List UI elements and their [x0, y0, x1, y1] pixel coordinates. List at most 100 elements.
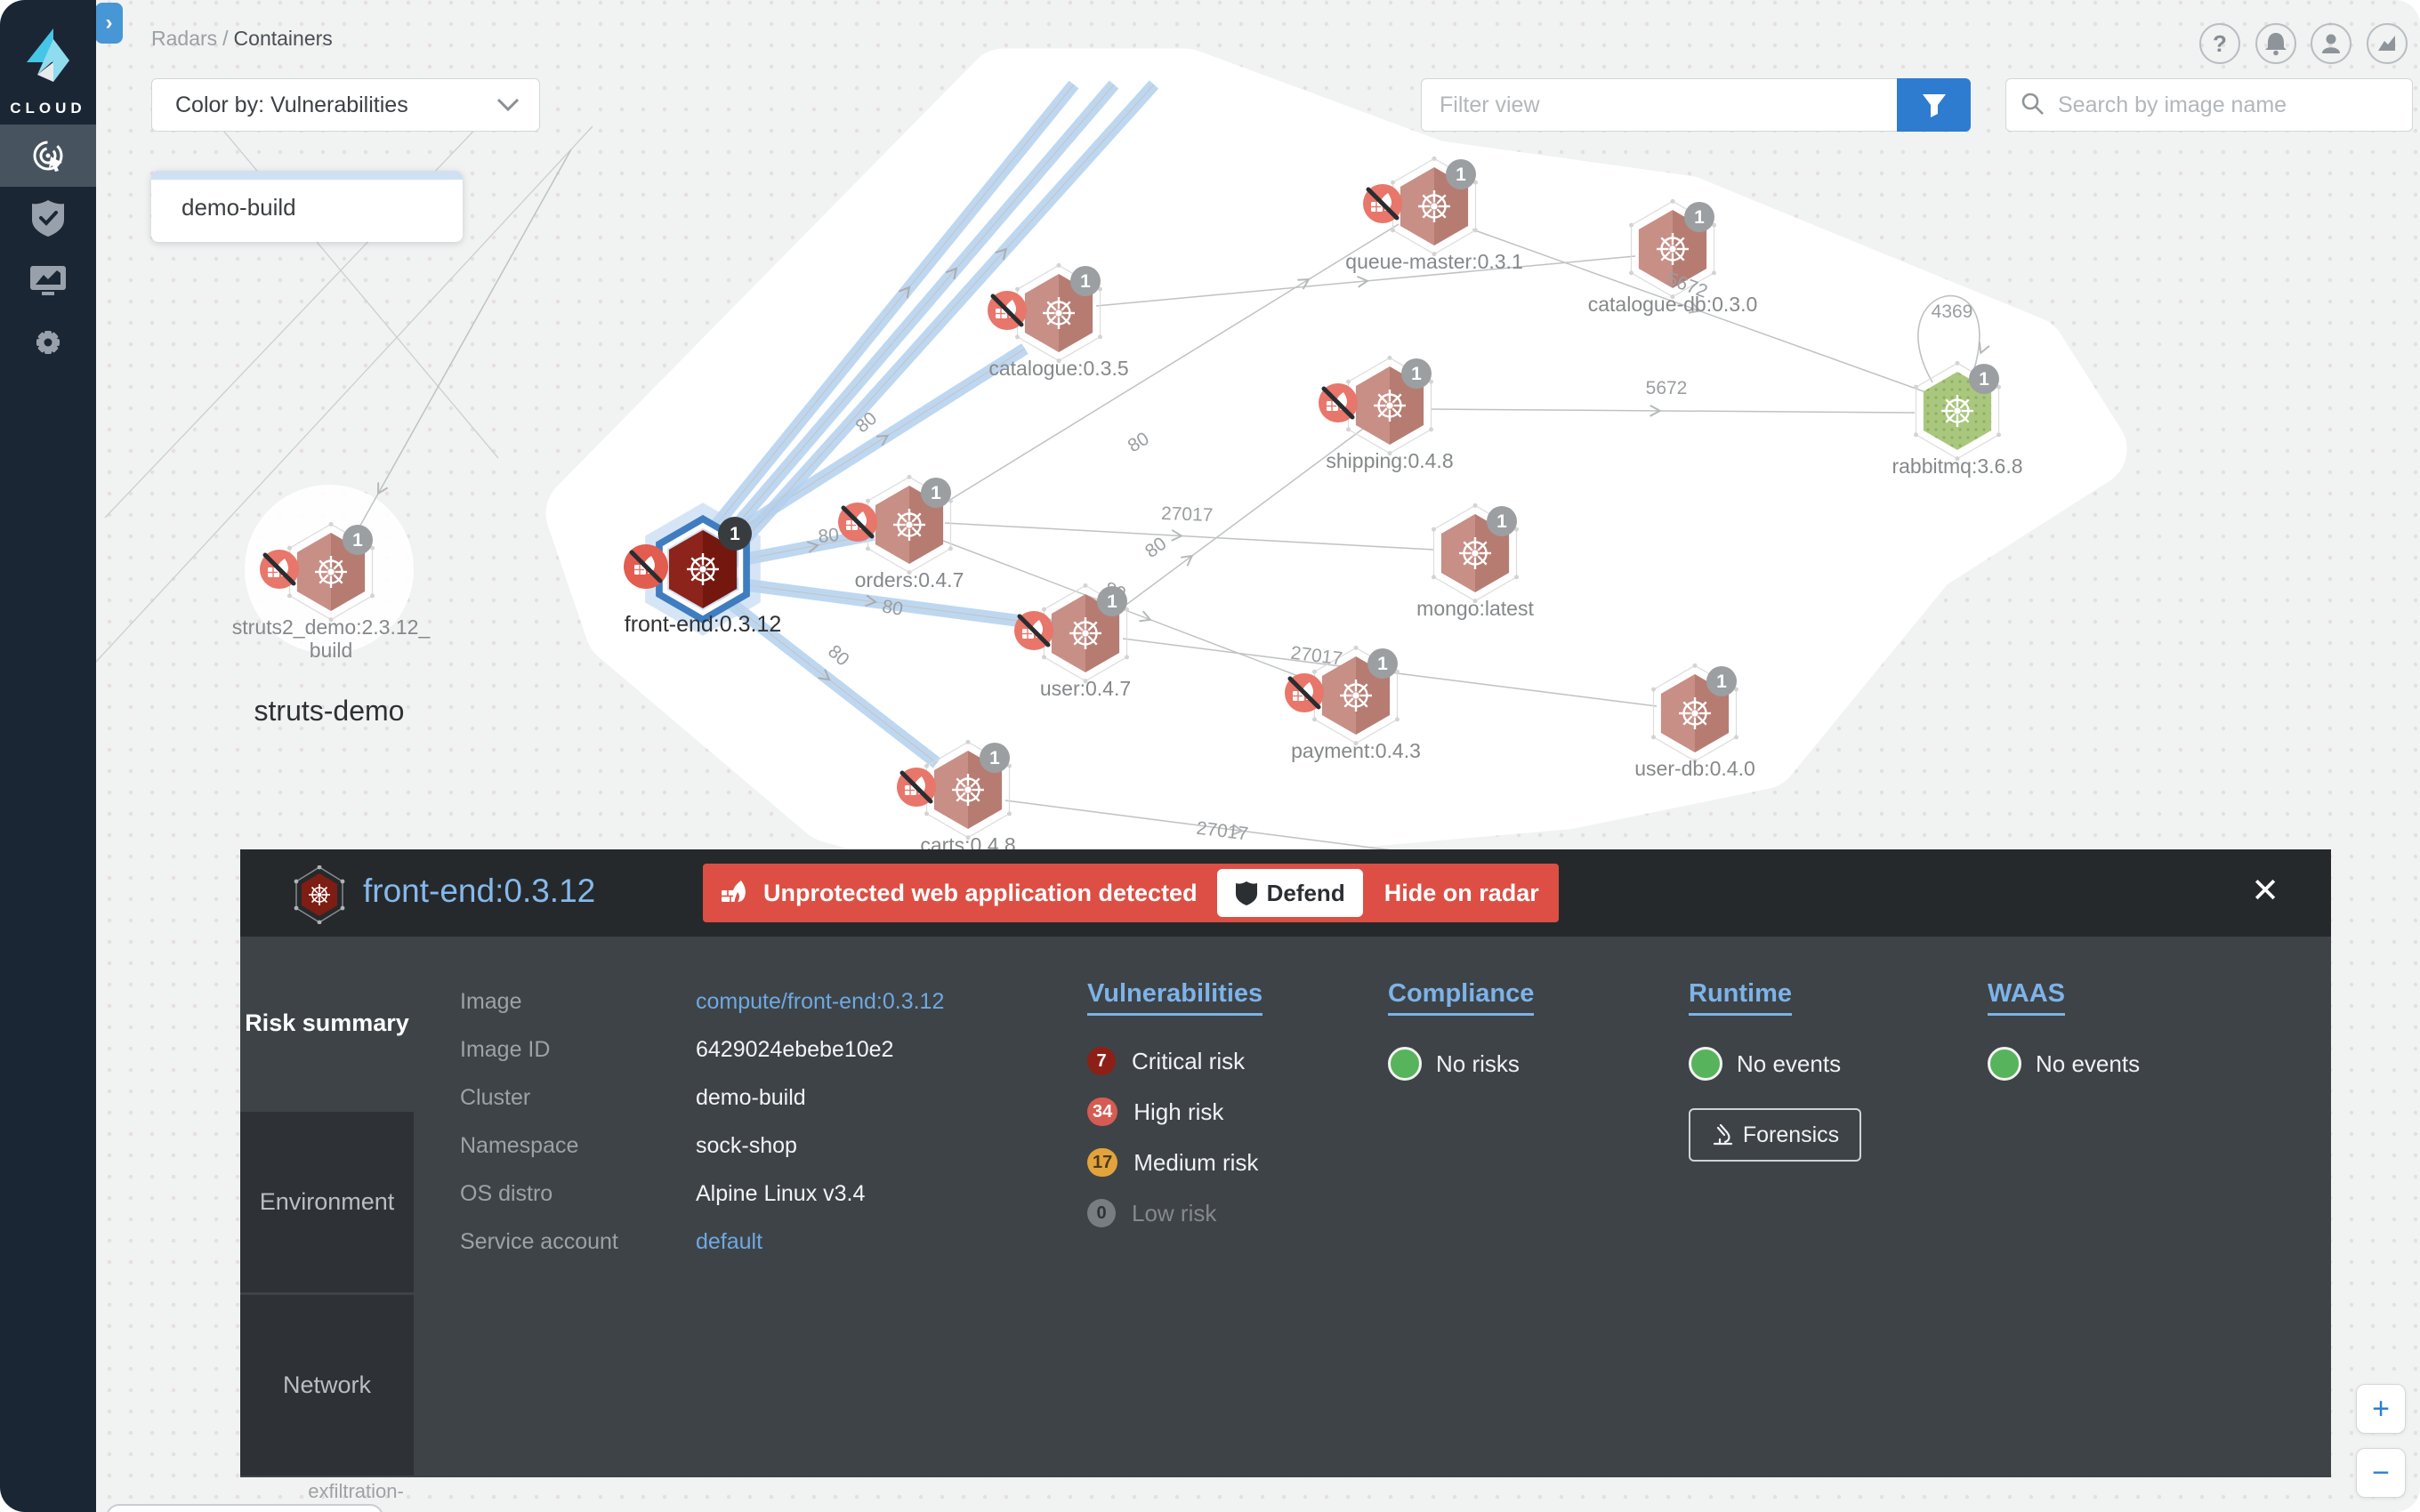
risk-label: Medium risk: [1133, 1148, 1259, 1176]
field-value[interactable]: compute/front-end:0.3.12: [696, 989, 944, 1015]
vulnerabilities-link[interactable]: Vulnerabilities: [1087, 979, 1263, 1016]
color-by-value: Color by: Vulnerabilities: [175, 92, 408, 117]
tab-risk-summary[interactable]: Risk summary: [240, 937, 414, 1109]
compliance-link[interactable]: Compliance: [1388, 979, 1535, 1016]
compliance-status: No risks: [1388, 1047, 1520, 1081]
sidebar-item-radar[interactable]: [0, 125, 96, 187]
svg-text:1: 1: [1496, 511, 1507, 532]
waas-link[interactable]: WAAS: [1988, 979, 2065, 1016]
panel-title: front-end:0.3.12: [363, 873, 596, 909]
field-label: Image ID: [460, 1037, 551, 1062]
shield-icon: [1235, 881, 1257, 905]
partial-cluster-card: [107, 1504, 383, 1512]
green-status-icon: [1988, 1047, 2021, 1081]
close-icon[interactable]: ✕: [2251, 871, 2279, 911]
user-icon: [2322, 34, 2340, 53]
risk-label: Low risk: [1132, 1199, 1217, 1226]
tab-environment[interactable]: Environment: [240, 1112, 414, 1292]
cluster-card-label: demo-build: [182, 194, 296, 221]
node-label: rabbitmq:3.6.8: [1892, 454, 2022, 478]
count-badge: 7: [1087, 1047, 1116, 1075]
field-value[interactable]: default: [696, 1229, 762, 1255]
unprotected-alert-banner: Unprotected web application detected Def…: [703, 864, 1559, 922]
node-label: catalogue:0.3.5: [988, 357, 1128, 380]
tab-network[interactable]: Network: [240, 1295, 414, 1476]
unprotected-flag-badge: [1285, 673, 1324, 712]
sidebar: CLOUD: [0, 0, 96, 1512]
sidebar-expand-button[interactable]: ›: [95, 3, 123, 44]
forensics-button[interactable]: Forensics: [1689, 1108, 1861, 1162]
vulnerability-row-critical-risk: 7 Critical risk: [1087, 1047, 1245, 1075]
count-badge: 34: [1087, 1098, 1118, 1126]
edge-port-label: 27017: [1161, 503, 1214, 526]
image-detail-panel: front-end:0.3.12 Unprotected web applica…: [240, 849, 2331, 1477]
sidebar-item-settings[interactable]: [0, 311, 96, 374]
risk-label: Critical risk: [1132, 1047, 1246, 1074]
unprotected-flag-badge: [260, 550, 299, 589]
search-input[interactable]: [2005, 78, 2413, 132]
demo-build-cluster-card[interactable]: demo-build: [151, 171, 463, 242]
unprotected-flag-badge: [624, 544, 668, 589]
runtime-link[interactable]: Runtime: [1689, 979, 1792, 1016]
panel-header: front-end:0.3.12 Unprotected web applica…: [240, 849, 2331, 937]
unprotected-flag-badge: [838, 503, 877, 542]
count-badge: 0: [1087, 1199, 1116, 1227]
color-by-select[interactable]: Color by: Vulnerabilities: [151, 78, 540, 132]
field-row-os-distro: OS distro Alpine Linux v3.4: [460, 1181, 865, 1207]
kubernetes-wheel-icon: [893, 509, 925, 541]
sidebar-item-monitor[interactable]: [0, 249, 96, 311]
field-row-image-id: Image ID 6429024ebebe10e2: [460, 1037, 893, 1063]
notifications-button[interactable]: [2255, 23, 2296, 64]
breadcrumb: Radars / Containers: [151, 27, 333, 50]
kubernetes-wheel-icon: [1043, 297, 1075, 329]
background-node-label: exfiltration-: [308, 1480, 404, 1502]
vulnerability-row-high-risk: 34 High risk: [1087, 1098, 1223, 1126]
svg-text:1: 1: [730, 524, 740, 544]
brand-name: CLOUD: [10, 100, 86, 117]
prisma-cloud-logo[interactable]: [18, 23, 78, 92]
svg-text:1: 1: [931, 483, 941, 503]
breadcrumb-radars[interactable]: Radars: [151, 27, 217, 50]
unprotected-flag-badge: [1363, 184, 1402, 223]
kubernetes-wheel-icon: [687, 553, 719, 585]
field-row-service-account: Service account default: [460, 1229, 762, 1255]
container-hexagon-icon: [294, 865, 345, 924]
unprotected-flag-badge: [897, 768, 936, 807]
kubernetes-wheel-icon: [1374, 390, 1406, 422]
stats-button[interactable]: [2367, 23, 2408, 64]
risk-label: High risk: [1133, 1098, 1224, 1125]
unprotected-flag-badge: [1319, 383, 1358, 422]
svg-text:1: 1: [1694, 207, 1705, 228]
zoom-in-button[interactable]: +: [2356, 1384, 2406, 1434]
svg-text:1: 1: [1456, 165, 1466, 185]
defend-button[interactable]: Defend: [1216, 869, 1363, 917]
alert-text: Unprotected web application detected: [763, 879, 1198, 906]
filter-view-input[interactable]: [1421, 78, 1898, 132]
field-label: OS distro: [460, 1181, 553, 1206]
node-label: user:0.4.7: [1040, 677, 1131, 700]
runtime-status: No events: [1689, 1047, 1841, 1081]
node-label: mongo:latest: [1416, 597, 1534, 620]
defend-label: Defend: [1266, 879, 1345, 906]
node-label: shipping:0.4.8: [1326, 449, 1453, 472]
waas-status: No events: [1988, 1047, 2140, 1081]
kubernetes-wheel-icon: [1459, 537, 1491, 569]
kubernetes-wheel-icon: [315, 556, 347, 588]
vulnerability-row-medium-risk: 17 Medium risk: [1087, 1148, 1258, 1177]
filter-button[interactable]: [1897, 78, 1971, 132]
zoom-out-button[interactable]: −: [2356, 1448, 2406, 1498]
field-row-namespace: Namespace sock-shop: [460, 1133, 797, 1159]
struts-demo-cluster-label[interactable]: struts-demo: [254, 695, 405, 727]
sidebar-item-defend[interactable]: [0, 187, 96, 249]
edge-port-label: 80: [881, 596, 905, 620]
kubernetes-wheel-icon: [1657, 233, 1689, 265]
kubernetes-wheel-icon: [952, 774, 984, 806]
breadcrumb-containers: Containers: [233, 27, 333, 50]
profile-button[interactable]: [2311, 23, 2351, 64]
hide-on-radar-button[interactable]: Hide on radar: [1384, 880, 1539, 907]
search-icon: [2021, 92, 2044, 115]
cluster-card-accent-strip: [151, 171, 463, 180]
chevron-down-icon: [496, 98, 520, 112]
help-button[interactable]: ?: [2199, 23, 2240, 64]
svg-text:1: 1: [1377, 654, 1388, 674]
